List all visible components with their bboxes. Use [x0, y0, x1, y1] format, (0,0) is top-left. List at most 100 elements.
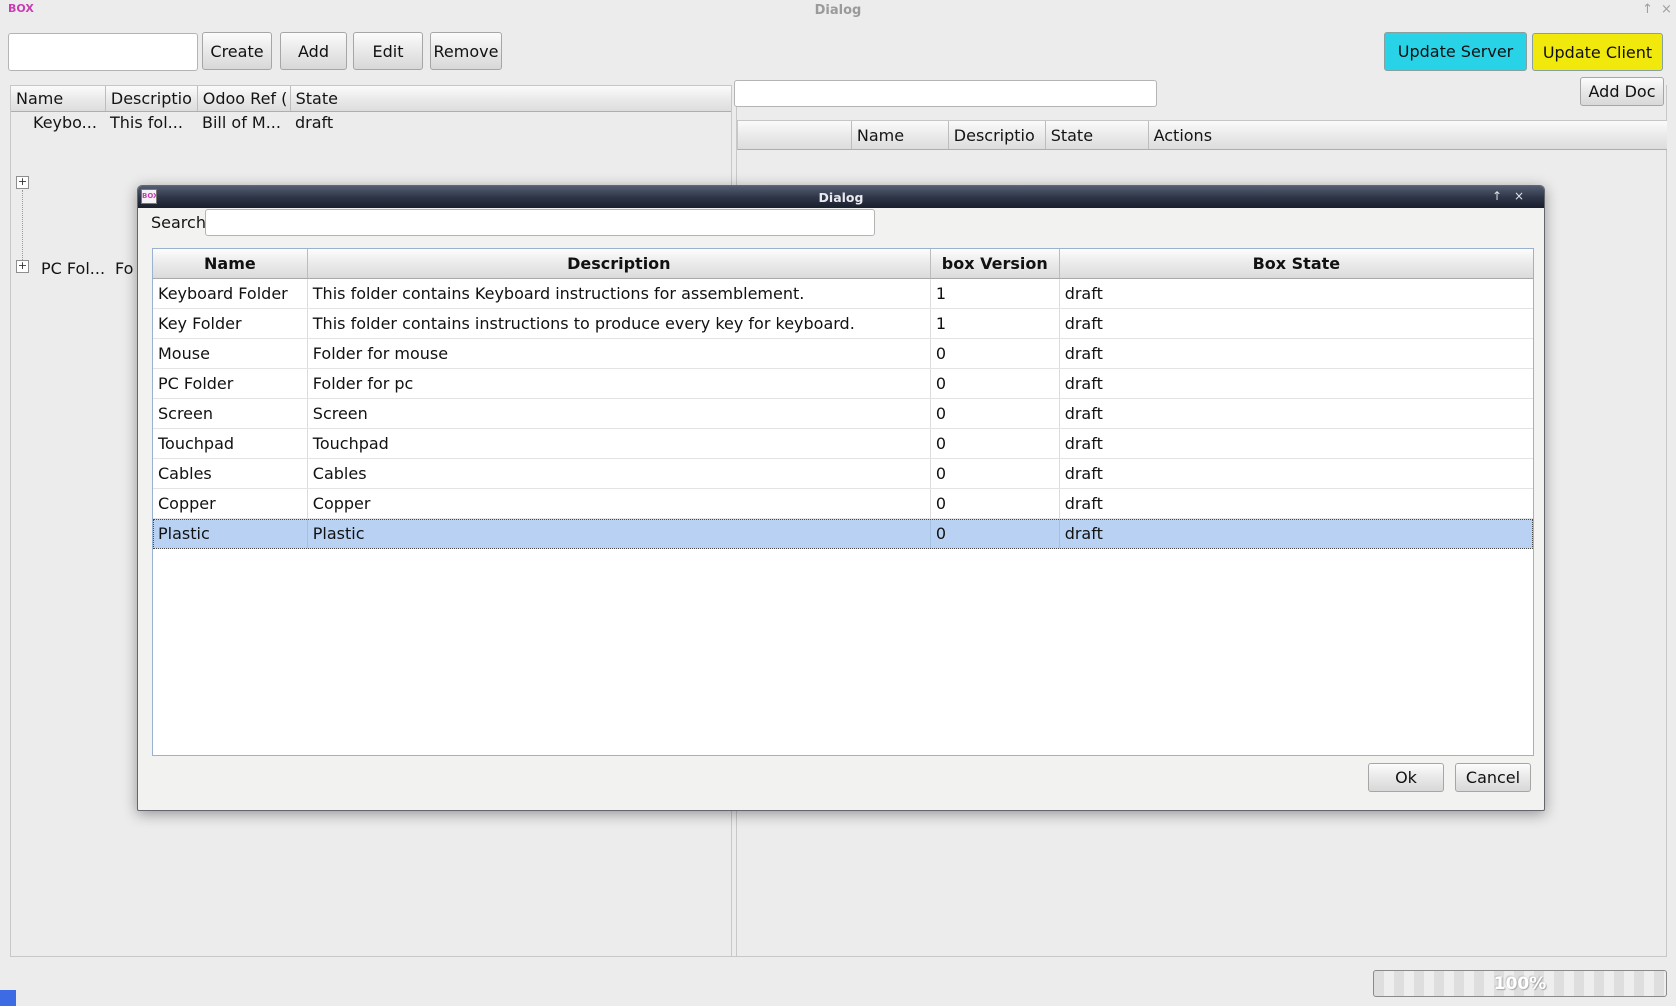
- cell-name: Keyboard Folder: [153, 279, 308, 308]
- table-row[interactable]: Mouse Folder for mouse 0 draft: [153, 339, 1533, 369]
- cell-description: Plastic: [308, 519, 931, 548]
- cell-box-version: 0: [931, 399, 1060, 428]
- cancel-button[interactable]: Cancel: [1455, 763, 1531, 792]
- cell-name: Touchpad: [153, 429, 308, 458]
- cell-name: Copper: [153, 489, 308, 518]
- tree-expander-icon[interactable]: +: [16, 176, 29, 189]
- cell-box-state: draft: [1060, 519, 1533, 548]
- cell-name: PC Folder: [153, 369, 308, 398]
- search-label: Search: [151, 213, 206, 232]
- right-column-name[interactable]: Name: [852, 121, 949, 149]
- cell-box-version: 1: [931, 279, 1060, 308]
- edit-button[interactable]: Edit: [353, 32, 423, 70]
- cell-box-state: draft: [1060, 369, 1533, 398]
- left-table-row[interactable]: Keybo... This fol... Bill of M... draft: [10, 112, 731, 133]
- cell-name: Cables: [153, 459, 308, 488]
- cell-box-version: 0: [931, 339, 1060, 368]
- column-name[interactable]: Name: [153, 249, 308, 279]
- table-row[interactable]: Keyboard Folder This folder contains Key…: [153, 279, 1533, 309]
- right-panel-border: [1666, 85, 1667, 956]
- cell-box-version: 0: [931, 519, 1060, 548]
- progress-label: 100%: [1374, 974, 1666, 994]
- tree-item-name[interactable]: PC Fol...: [36, 258, 105, 279]
- left-table-header: Name Descriptio Odoo Ref ( State: [10, 85, 731, 112]
- table-row[interactable]: Key Folder This folder contains instruct…: [153, 309, 1533, 339]
- dialog-table-header: Name Description box Version Box State: [153, 249, 1533, 279]
- cell-description: Touchpad: [308, 429, 931, 458]
- cell-box-state: draft: [1060, 429, 1533, 458]
- dialog-close-icon[interactable]: ×: [1514, 189, 1524, 203]
- dialog-table: Name Description box Version Box State K…: [152, 248, 1534, 756]
- right-column-description[interactable]: Descriptio: [949, 121, 1046, 149]
- update-server-button[interactable]: Update Server: [1384, 32, 1527, 71]
- right-column-state[interactable]: State: [1046, 121, 1149, 149]
- cell-box-version: 0: [931, 369, 1060, 398]
- table-row[interactable]: Copper Copper 0 draft: [153, 489, 1533, 519]
- cell-name: Screen: [153, 399, 308, 428]
- cell-description: Folder for mouse: [308, 339, 931, 368]
- cell-box-version: 0: [931, 459, 1060, 488]
- column-box-state[interactable]: Box State: [1060, 249, 1533, 279]
- item-name-input[interactable]: [8, 33, 198, 71]
- cell-box-state: draft: [1060, 339, 1533, 368]
- table-row[interactable]: Screen Screen 0 draft: [153, 399, 1533, 429]
- column-box-version[interactable]: box Version: [931, 249, 1060, 279]
- cell-description: This folder contains instructions to pro…: [308, 309, 931, 338]
- cell-box-state: draft: [1060, 459, 1533, 488]
- close-icon[interactable]: ×: [1661, 2, 1672, 17]
- left-column-description[interactable]: Descriptio: [106, 86, 198, 111]
- ok-button[interactable]: Ok: [1368, 763, 1444, 792]
- column-description[interactable]: Description: [308, 249, 931, 279]
- table-row-selected[interactable]: Plastic Plastic 0 draft: [153, 519, 1533, 549]
- cell-box-state: draft: [1060, 399, 1533, 428]
- create-button[interactable]: Create: [202, 32, 272, 70]
- remove-button[interactable]: Remove: [430, 32, 502, 70]
- panel-bottom-border: [10, 956, 1667, 957]
- table-row[interactable]: PC Folder Folder for pc 0 draft: [153, 369, 1533, 399]
- window-title: Dialog: [0, 3, 1676, 18]
- cell-description: Copper: [308, 489, 931, 518]
- left-row-name: Keybo...: [10, 112, 105, 133]
- left-row-description: This fol...: [105, 112, 197, 133]
- left-column-state[interactable]: State: [291, 86, 731, 111]
- table-row[interactable]: Touchpad Touchpad 0 draft: [153, 429, 1533, 459]
- dialog-title: Dialog: [138, 190, 1544, 205]
- cell-name: Plastic: [153, 519, 308, 548]
- dialog-maximize-icon[interactable]: ↑: [1492, 189, 1502, 203]
- dialog-titlebar[interactable]: Dialog BOX ↑ ×: [138, 186, 1544, 208]
- cell-box-version: 1: [931, 309, 1060, 338]
- left-row-state: draft: [290, 112, 731, 133]
- tree-expander-icon[interactable]: +: [16, 260, 29, 273]
- left-column-odoo-ref[interactable]: Odoo Ref (: [198, 86, 291, 111]
- add-button[interactable]: Add: [280, 32, 347, 70]
- right-column-blank[interactable]: [738, 121, 852, 149]
- search-input[interactable]: [205, 209, 875, 236]
- left-column-name[interactable]: Name: [11, 86, 106, 111]
- right-table-header: Name Descriptio State Actions: [737, 120, 1667, 150]
- cell-name: Key Folder: [153, 309, 308, 338]
- dialog-logo: BOX: [141, 189, 157, 204]
- cell-box-version: 0: [931, 489, 1060, 518]
- tree-connector-line: [22, 190, 23, 260]
- maximize-icon[interactable]: ↑: [1642, 2, 1653, 17]
- cell-box-state: draft: [1060, 309, 1533, 338]
- resize-grip: [0, 990, 16, 1006]
- cell-description: Cables: [308, 459, 931, 488]
- left-row-odoo-ref: Bill of M...: [197, 112, 290, 133]
- cell-box-state: draft: [1060, 279, 1533, 308]
- cell-name: Mouse: [153, 339, 308, 368]
- left-panel-border: [10, 85, 11, 956]
- cell-box-state: draft: [1060, 489, 1533, 518]
- cell-box-version: 0: [931, 429, 1060, 458]
- progress-bar: 100%: [1373, 970, 1667, 997]
- doc-input[interactable]: [734, 80, 1157, 107]
- dialog-window: Dialog BOX ↑ × Search Name Description b…: [137, 185, 1545, 811]
- cell-description: Screen: [308, 399, 931, 428]
- cell-description: Folder for pc: [308, 369, 931, 398]
- table-row[interactable]: Cables Cables 0 draft: [153, 459, 1533, 489]
- app-window: BOX Dialog ↑ × Create Add Edit Remove Up…: [0, 0, 1676, 1006]
- add-doc-button[interactable]: Add Doc: [1580, 77, 1664, 106]
- cell-description: This folder contains Keyboard instructio…: [308, 279, 931, 308]
- right-column-actions[interactable]: Actions: [1149, 121, 1667, 149]
- update-client-button[interactable]: Update Client: [1532, 33, 1663, 71]
